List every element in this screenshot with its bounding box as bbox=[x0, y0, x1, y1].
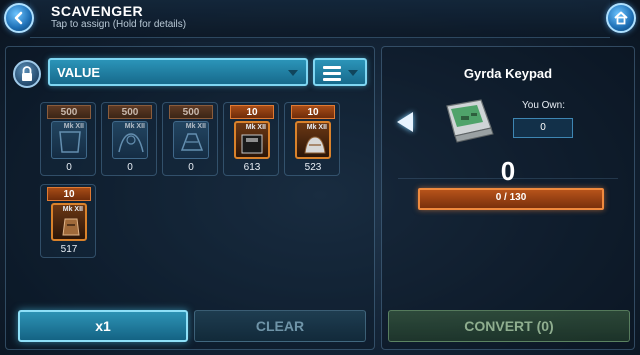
gear-item[interactable]: 10 Mk XII 517 bbox=[40, 184, 96, 258]
gear-level: Mk XII bbox=[185, 123, 206, 130]
cost-badge: 10 bbox=[291, 105, 335, 119]
convert-button[interactable]: CONVERT (0) bbox=[388, 310, 630, 342]
header-bar: SCAVENGER Tap to assign (Hold for detail… bbox=[0, 0, 640, 40]
cost-badge: 500 bbox=[169, 105, 213, 119]
lock-button[interactable] bbox=[13, 60, 41, 88]
owned-count: 613 bbox=[243, 162, 261, 173]
selected-item-name: Gyrda Keypad bbox=[463, 66, 553, 81]
gear-icon: Mk XII bbox=[173, 121, 209, 159]
list-filter-icon bbox=[323, 66, 341, 84]
selected-count: 0 bbox=[500, 156, 516, 186]
lock-icon bbox=[22, 66, 32, 81]
progress-bar: 0 / 130 bbox=[418, 188, 604, 210]
home-icon bbox=[614, 11, 628, 25]
sort-dropdown[interactable]: VALUE bbox=[48, 58, 308, 86]
dropdown-arrow-icon bbox=[288, 70, 298, 76]
gear-item[interactable]: 10 Mk XII 613 bbox=[223, 102, 279, 176]
you-own-value: 0 bbox=[513, 118, 573, 138]
gear-icon: Mk XII bbox=[51, 121, 87, 159]
owned-count: 0 bbox=[127, 162, 133, 173]
gear-level: Mk XII bbox=[306, 124, 327, 131]
previous-item-arrow-icon[interactable] bbox=[397, 112, 413, 132]
you-own-label: You Own: bbox=[522, 100, 565, 111]
gear-item[interactable]: 10 Mk XII 523 bbox=[284, 102, 340, 176]
home-button[interactable] bbox=[606, 3, 636, 33]
gear-icon: Mk XII bbox=[51, 203, 87, 241]
filter-button[interactable] bbox=[313, 58, 367, 86]
gear-icon: Mk XII bbox=[112, 121, 148, 159]
gear-level: Mk XII bbox=[63, 123, 84, 130]
gear-item[interactable]: 500 Mk XII 0 bbox=[162, 102, 218, 176]
progress-text: 0 / 130 bbox=[495, 192, 527, 203]
back-button[interactable] bbox=[4, 3, 34, 33]
cost-badge: 500 bbox=[47, 105, 91, 119]
dropdown-arrow-icon bbox=[348, 70, 358, 76]
gear-level: Mk XII bbox=[124, 123, 145, 130]
gear-item[interactable]: 500 Mk XII 0 bbox=[101, 102, 157, 176]
owned-count: 523 bbox=[304, 162, 322, 173]
owned-count: 0 bbox=[66, 162, 72, 173]
sort-value: VALUE bbox=[57, 65, 101, 80]
gear-level: Mk XII bbox=[245, 124, 266, 131]
cost-badge: 500 bbox=[108, 105, 152, 119]
owned-count: 0 bbox=[188, 162, 194, 173]
clear-button[interactable]: CLEAR bbox=[194, 310, 366, 342]
cost-badge: 10 bbox=[230, 105, 274, 119]
page-title: SCAVENGER bbox=[51, 3, 144, 19]
gear-level: Mk XII bbox=[62, 206, 83, 213]
gear-icon: Mk XII bbox=[234, 121, 270, 159]
keypad-item-icon bbox=[441, 98, 497, 144]
gear-icon: Mk XII bbox=[295, 121, 331, 159]
owned-count: 517 bbox=[60, 244, 78, 255]
chevron-left-icon bbox=[14, 11, 23, 25]
quantity-button[interactable]: x1 bbox=[18, 310, 188, 342]
page-subtitle: Tap to assign (Hold for details) bbox=[51, 19, 187, 30]
gear-item[interactable]: 500 Mk XII 0 bbox=[40, 102, 96, 176]
cost-badge: 10 bbox=[47, 187, 91, 201]
